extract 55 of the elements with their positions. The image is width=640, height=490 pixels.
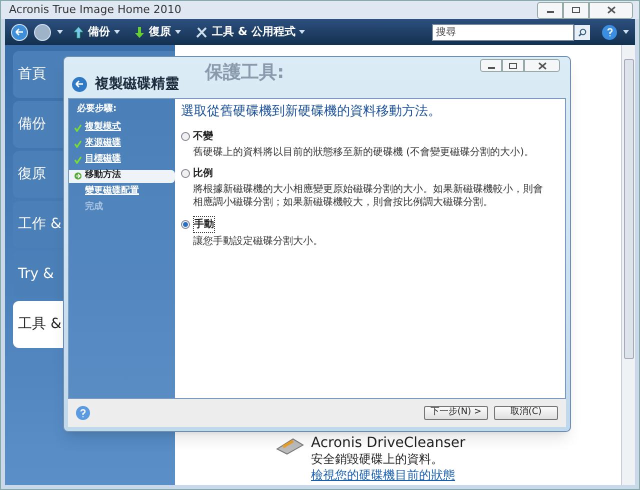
question-mark-icon [606, 28, 612, 36]
maximize-button[interactable] [563, 2, 589, 18]
close-button[interactable] [589, 2, 633, 18]
option-label[interactable]: 比例 [193, 166, 213, 180]
caret-icon [623, 30, 629, 34]
search-field[interactable]: 搜尋 [432, 24, 574, 40]
option-description: 將根據新磁碟機的大小相應變更原始磁碟分割的大小。如果新磁碟機較小，則會相應調小磁碟分割；如果新磁碟機較大，則會按比例調大磁碟分割。 [192, 182, 544, 208]
search-button[interactable] [574, 24, 590, 40]
arrow-icon [74, 172, 82, 180]
caret-icon [114, 30, 120, 34]
tool-description: 安全銷毀硬碟上的資料。 [311, 451, 444, 467]
window-title: Acronis True Image Home 2010 [9, 2, 182, 18]
option-description: 讓您手動設定磁碟分割大小。 [192, 234, 324, 248]
toolbar-menu-button[interactable]: 備份 [69, 24, 124, 40]
wizard-step[interactable]: 複製模式 [69, 122, 175, 134]
option-label[interactable]: 不變 [193, 128, 213, 144]
help-button[interactable] [602, 24, 617, 40]
section-heading: 保護工具: [205, 61, 284, 85]
wizard-step: 完成 [69, 202, 175, 214]
option-description: 舊硬碟上的資料將以目前的狀態移至新的硬碟機 (不會變更磁碟分割的大小)。 [192, 146, 535, 158]
back-arrow-icon [75, 80, 84, 88]
dialog-button[interactable]: 下一步(N) > [424, 406, 488, 420]
caret-icon [299, 30, 306, 34]
caret-icon [175, 30, 181, 34]
up-arrow-icon [73, 26, 84, 38]
wizard-step[interactable]: 變更磁碟配置 [69, 186, 175, 198]
toolbar-menu-button[interactable]: 工具 & 公用程式 [191, 24, 310, 40]
dialog-title: 複製磁碟精靈 [95, 74, 179, 94]
tool-name: Acronis DriveCleanser [311, 435, 466, 451]
toolbar-menu-button[interactable]: 復原 [130, 24, 185, 40]
close-icon [606, 6, 616, 14]
wizard-step[interactable]: 移動方法 [69, 170, 175, 182]
tool-link[interactable]: 檢視您的硬碟機目前的狀態 [311, 467, 466, 483]
forward-button[interactable] [34, 24, 51, 40]
dialog-button[interactable]: 取消(C) [494, 406, 558, 420]
wizard-step[interactable]: 來源磁碟 [69, 138, 175, 150]
radio-button[interactable] [181, 220, 190, 228]
radio-button[interactable] [181, 168, 190, 178]
minimize-button[interactable] [537, 2, 563, 18]
close-icon [538, 62, 546, 70]
back-button[interactable] [11, 24, 28, 40]
minimize-button[interactable] [480, 59, 502, 72]
down-arrow-icon [134, 26, 145, 38]
steps-heading: 必要步驟: [76, 103, 118, 116]
question-mark-icon [80, 408, 86, 418]
scrollbar[interactable] [621, 45, 635, 485]
search-icon [578, 28, 587, 36]
close-button[interactable] [524, 59, 560, 72]
wizard-step[interactable]: 目標磁碟 [69, 154, 175, 166]
back-arrow-icon [15, 28, 24, 36]
radio-button[interactable] [181, 132, 190, 140]
maximize-button[interactable] [502, 59, 524, 72]
option-label[interactable]: 手動 [193, 216, 215, 232]
page-heading: 選取從舊硬碟機到新硬碟機的資料移動方法。 [181, 103, 442, 121]
caret-icon [57, 30, 63, 34]
